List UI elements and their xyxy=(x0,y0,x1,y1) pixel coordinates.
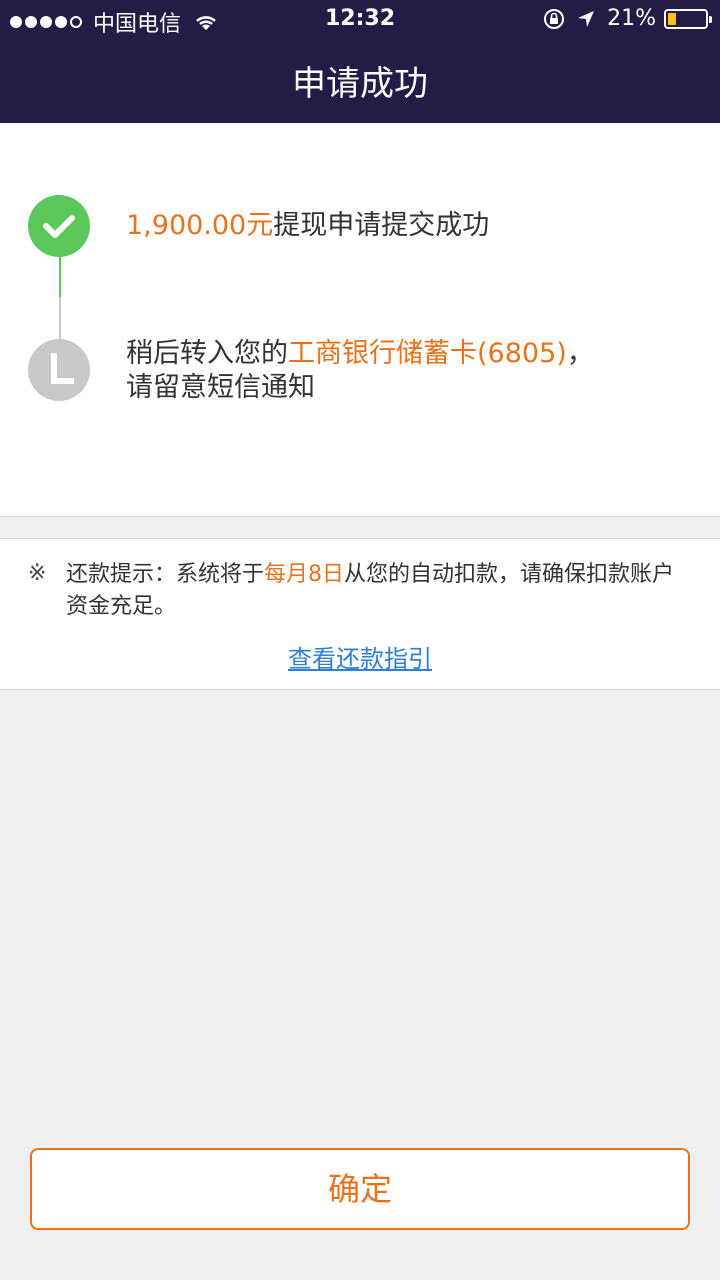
progress-line-pending xyxy=(59,297,61,341)
rotation-lock-icon xyxy=(544,8,565,29)
tip-highlight-date: 每月8日 xyxy=(264,562,345,587)
sms-notice: 请留意短信通知 xyxy=(126,372,315,403)
confirm-button[interactable]: 确定 xyxy=(30,1148,690,1230)
check-icon xyxy=(28,195,90,257)
battery-icon xyxy=(664,8,712,29)
withdraw-amount: 1,900.00元 xyxy=(126,210,274,241)
progress-line-done xyxy=(59,257,61,297)
location-arrow-icon xyxy=(578,10,595,27)
clock-icon xyxy=(28,339,90,401)
reference-mark-icon: ※ xyxy=(28,561,47,586)
top-bar: 中国电信 12:32 21% 申请成功 xyxy=(0,0,720,123)
battery-tip xyxy=(709,15,712,23)
repayment-guide-link[interactable]: 查看还款指引 xyxy=(0,639,720,674)
step-submitted-label: 提现申请提交成功 xyxy=(273,210,490,241)
bank-card-label: 工商银行储蓄卡(6805) xyxy=(288,338,567,369)
step-transfer-text: 稍后转入您的工商银行储蓄卡(6805)， 请留意短信通知 xyxy=(126,337,594,405)
battery-fill xyxy=(668,12,676,25)
battery-percent: 21% xyxy=(607,6,656,31)
status-right: 21% xyxy=(543,6,712,31)
step-transfer-suffix: ， xyxy=(566,338,594,369)
status-bar: 中国电信 12:32 21% xyxy=(0,0,720,40)
repayment-tip-text: 还款提示：系统将于每月8日从您的自动扣款，请确保扣款账户资金充足。 xyxy=(66,559,696,623)
repayment-tip-panel: ※ 还款提示：系统将于每月8日从您的自动扣款，请确保扣款账户资金充足。 查看还款… xyxy=(0,538,720,690)
progress-panel: 1,900.00元提现申请提交成功 稍后转入您的工商银行储蓄卡(6805)， 请… xyxy=(0,123,720,517)
step-submitted-text: 1,900.00元提现申请提交成功 xyxy=(126,209,489,243)
tip-prefix: 还款提示：系统将于 xyxy=(66,562,265,587)
step-transfer-prefix: 稍后转入您的 xyxy=(126,338,288,369)
page-title: 申请成功 xyxy=(292,64,428,104)
